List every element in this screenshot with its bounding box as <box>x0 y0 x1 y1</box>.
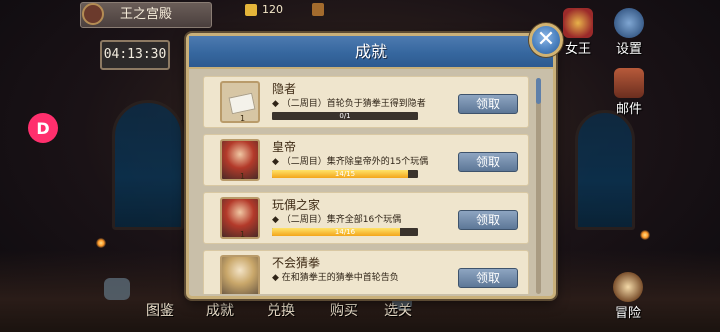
crown-icon <box>563 8 593 38</box>
adventure-button[interactable]: 冒险 <box>606 272 650 321</box>
claim-button[interactable]: 领取 <box>458 268 518 288</box>
scrollbar-thumb[interactable] <box>536 78 541 104</box>
nav-codex[interactable]: 图鉴 <box>146 300 174 320</box>
candle-glow <box>96 238 106 248</box>
settings-button[interactable]: 设置 <box>607 8 651 57</box>
rps-doll-icon <box>220 255 260 294</box>
coin-count: 120 <box>262 3 283 16</box>
settings-label: 设置 <box>615 42 642 57</box>
achievements-dialog: 成就 1 隐者 ◆ （二周目）首轮负于猜拳王得到隐者 0/1 领取 1 皇帝 ◆… <box>186 33 556 299</box>
achievement-row: 不会猜拳 ◆ 在和猜拳王的猜拳中首轮告负 领取 <box>203 250 529 294</box>
achievement-description: ◆ （二周目）集齐除皇帝外的15个玩偶 <box>272 157 429 167</box>
achievement-level: 1 <box>240 230 246 239</box>
mail-chest-icon <box>614 68 644 98</box>
treasure-icon <box>312 3 324 16</box>
countdown-timer: 04:13:30 <box>100 40 170 70</box>
achievement-description: ◆ （二周目）集齐全部16个玩偶 <box>272 215 402 225</box>
nav-achievements[interactable]: 成就 <box>206 300 234 320</box>
background-window-right <box>575 110 635 230</box>
close-icon[interactable]: ✕ <box>529 23 563 57</box>
queen-button[interactable]: 女王 <box>556 8 600 57</box>
achievement-title: 皇帝 <box>272 140 297 154</box>
mail-label: 邮件 <box>615 102 642 117</box>
codex-icon <box>104 278 130 300</box>
palace-emblem-icon <box>82 3 104 25</box>
achievement-row: 1 皇帝 ◆ （二周目）集齐除皇帝外的15个玩偶 14/15 领取 <box>203 134 529 186</box>
side-shortcut-button[interactable]: D <box>28 113 58 143</box>
background-window-left <box>112 100 184 230</box>
progress-bar: 14/16 <box>272 228 418 236</box>
progress-text: 14/16 <box>334 228 356 236</box>
progress-text: 0/1 <box>339 112 351 120</box>
achievement-title: 玩偶之家 <box>272 198 321 212</box>
achievement-level: 1 <box>240 114 246 123</box>
claim-button[interactable]: 领取 <box>458 210 518 230</box>
nav-exchange[interactable]: 兑换 <box>267 300 295 320</box>
claim-button[interactable]: 领取 <box>458 152 518 172</box>
achievement-row: 1 玩偶之家 ◆ （二周目）集齐全部16个玩偶 14/16 领取 <box>203 192 529 244</box>
candle-glow <box>640 230 650 240</box>
claim-button[interactable]: 领取 <box>458 94 518 114</box>
progress-text: 14/15 <box>334 170 356 178</box>
achievement-description: ◆ （二周目）首轮负于猜拳王得到隐者 <box>272 99 426 109</box>
nav-stage-select[interactable]: 选关 <box>384 300 412 320</box>
adventure-icon <box>613 272 643 302</box>
adventure-label: 冒险 <box>614 306 641 321</box>
dialog-title: 成就 <box>189 36 553 69</box>
coin-icon <box>245 4 257 16</box>
gear-icon <box>614 8 644 38</box>
mail-button[interactable]: 邮件 <box>607 68 651 117</box>
achievement-list[interactable]: 1 隐者 ◆ （二周目）首轮负于猜拳王得到隐者 0/1 领取 1 皇帝 ◆ （二… <box>203 76 531 294</box>
achievement-level: 1 <box>240 172 246 181</box>
list-scrollbar[interactable] <box>536 78 541 294</box>
achievement-row: 1 隐者 ◆ （二周目）首轮负于猜拳王得到隐者 0/1 领取 <box>203 76 529 128</box>
progress-bar: 14/15 <box>272 170 418 178</box>
nav-purchase[interactable]: 购买 <box>330 300 358 320</box>
achievement-title: 不会猜拳 <box>272 256 321 270</box>
achievement-description: ◆ 在和猜拳王的猜拳中首轮告负 <box>272 273 399 283</box>
progress-bar: 0/1 <box>272 112 418 120</box>
achievement-title: 隐者 <box>272 82 297 96</box>
